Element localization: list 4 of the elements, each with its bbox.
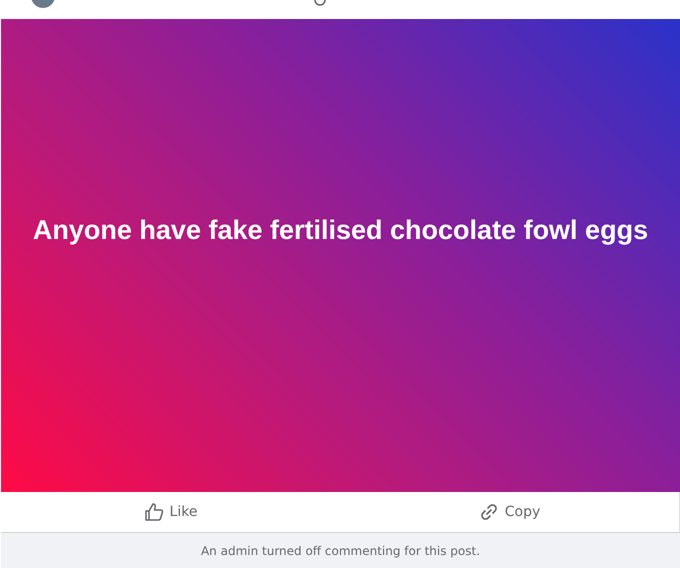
comments-off-notice: An admin turned off commenting for this post. xyxy=(1,533,680,568)
post-text: Anyone have fake fertilised chocolate fowl eggs xyxy=(32,215,648,246)
link-icon xyxy=(478,502,499,522)
thumbs-up-icon xyxy=(144,502,164,522)
